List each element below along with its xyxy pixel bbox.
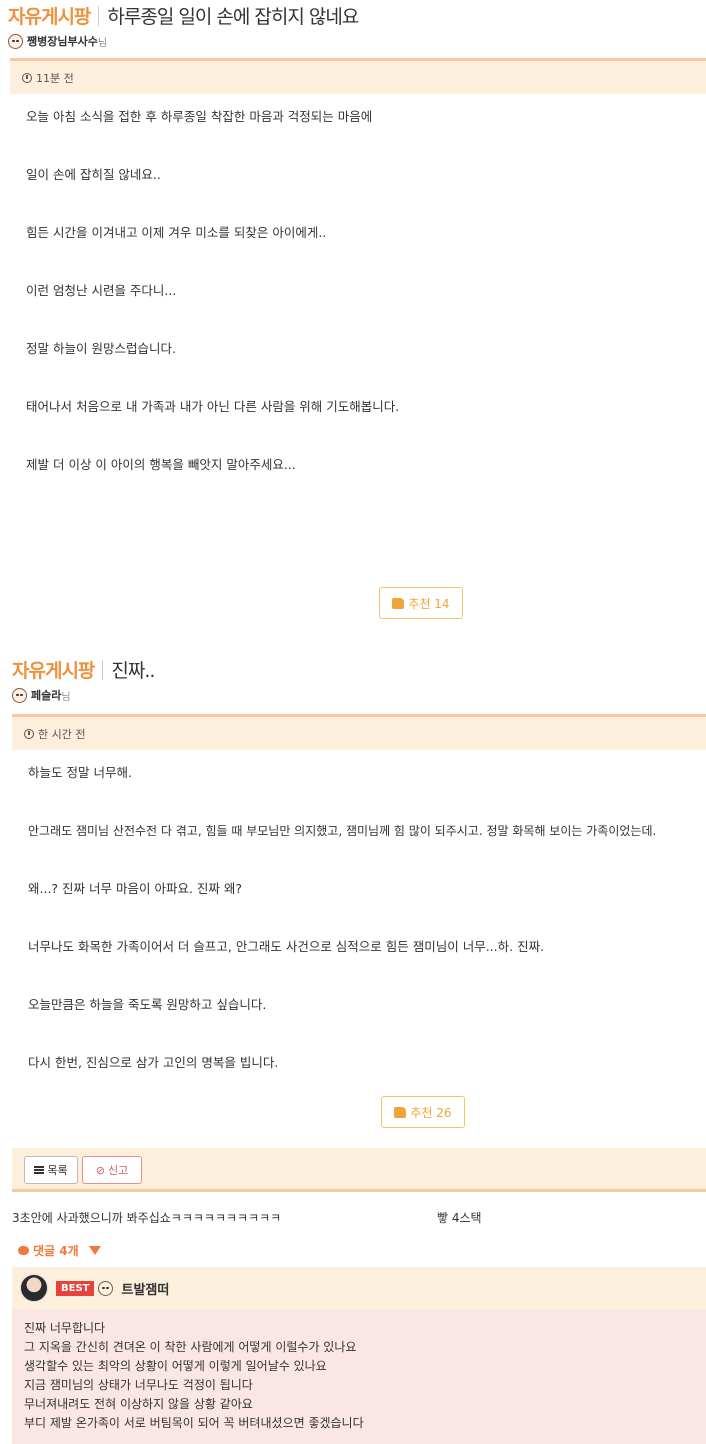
recommend-label: 추천 14 bbox=[408, 596, 450, 611]
post-time: 11분 전 bbox=[36, 71, 74, 85]
avatar[interactable] bbox=[20, 1274, 48, 1302]
list-icon bbox=[34, 1166, 45, 1174]
level-face-icon bbox=[8, 33, 23, 49]
post2-header: 자유게시팡 진짜.. 페슬라 님 bbox=[12, 656, 155, 703]
level-face-icon bbox=[98, 1280, 114, 1296]
comment-line: 그 지옥을 간신히 견뎌온 이 착한 사람에게 어떻게 이럴수가 있나요 bbox=[24, 1340, 357, 1354]
post-paragraph: 오늘만큼은 하늘을 죽도록 원망하고 싶습니다. bbox=[28, 997, 267, 1012]
post-paragraph: 왜...? 진짜 너무 마음이 아파요. 진짜 왜? bbox=[28, 881, 243, 896]
caret-down-icon bbox=[88, 1246, 101, 1255]
thumbs-up-icon bbox=[394, 1106, 407, 1118]
post1-box: 11분 전 오늘 아침 소식을 접한 후 하루종일 착잡한 마음과 걱정되는 마… bbox=[10, 58, 706, 636]
clock-icon bbox=[22, 72, 32, 83]
comment-preview-right: 빻 4스택 bbox=[437, 1211, 482, 1225]
report-bell-off-icon: ⊘ bbox=[95, 1163, 105, 1177]
recommend-label: 추천 26 bbox=[410, 1105, 452, 1120]
post-title: 하루종일 일이 손에 잡히지 않네요 bbox=[107, 6, 359, 28]
post-paragraph: 힘든 시간을 이겨내고 이제 겨우 미소를 되찾은 아이에게.. bbox=[26, 225, 327, 240]
list-button[interactable]: 목록 bbox=[24, 1156, 78, 1184]
recommend-button[interactable]: 추천 26 bbox=[381, 1096, 465, 1128]
best-comment-body: 진짜 너무합니다 그 지옥을 간신히 견뎌온 이 착한 사람에게 어떻게 이럴수… bbox=[12, 1309, 706, 1444]
post-paragraph: 안그래도 잼미님 산전수전 다 겪고, 힘들 때 부모님만 의지했고, 잼미님께… bbox=[28, 824, 657, 838]
post-timebar: 한 시간 전 bbox=[12, 714, 706, 750]
post-paragraph: 오늘 아침 소식을 접한 후 하루종일 착잡한 마음과 걱정되는 마음에 bbox=[26, 109, 373, 124]
post-paragraph: 정말 하늘이 원망스럽습니다. bbox=[26, 341, 176, 356]
comment-line: 무너져내려도 전혀 이상하지 않을 상황 같아요 bbox=[24, 1397, 253, 1411]
post-title: 진짜.. bbox=[111, 660, 155, 682]
post-time: 한 시간 전 bbox=[38, 727, 86, 741]
post-paragraph: 너무나도 화목한 가족이어서 더 슬프고, 안그래도 사건으로 심적으로 힘든 … bbox=[28, 939, 545, 954]
post-body: 오늘 아침 소식을 접한 후 하루종일 착잡한 마음과 걱정되는 마음에 일이 … bbox=[10, 94, 706, 474]
author-name[interactable]: 페슬라 bbox=[31, 687, 61, 703]
board-link[interactable]: 자유게시팡 bbox=[12, 660, 95, 682]
author-suffix: 님 bbox=[97, 37, 108, 49]
author-suffix: 님 bbox=[61, 691, 71, 703]
comment-line: 진짜 너무합니다 bbox=[24, 1321, 106, 1335]
thumbs-up-icon bbox=[392, 597, 405, 609]
comment-line: 생각할수 있는 최악의 상황이 어떻게 이렇게 일어날수 있나요 bbox=[24, 1359, 327, 1373]
clock-icon bbox=[24, 728, 34, 739]
board-link[interactable]: 자유게시팡 bbox=[8, 6, 91, 28]
post-paragraph: 이런 엄청난 시련을 주다니... bbox=[26, 283, 177, 298]
post2-box: 한 시간 전 하늘도 정말 너무해. 안그래도 잼미님 산전수전 다 겪고, 힘… bbox=[12, 714, 706, 1148]
level-face-icon bbox=[12, 687, 27, 703]
report-button[interactable]: ⊘ 신고 bbox=[82, 1156, 142, 1184]
post-paragraph: 하늘도 정말 너무해. bbox=[28, 765, 132, 780]
author-line: 페슬라 님 bbox=[12, 687, 154, 703]
author-line: 쨍병장님부사수 님 bbox=[8, 33, 358, 49]
recommend-button[interactable]: 추천 14 bbox=[379, 587, 463, 619]
best-comment-header: BEST 트발잼떠 bbox=[12, 1267, 706, 1309]
post-paragraph: 태어나서 처음으로 내 가족과 내가 아닌 다른 사람을 위해 기도해봅니다. bbox=[26, 399, 400, 414]
best-badge: BEST bbox=[56, 1280, 95, 1296]
post-timebar: 11분 전 bbox=[10, 58, 706, 94]
comment-count-toggle[interactable]: 댓글 4개 bbox=[18, 1242, 101, 1259]
post-body: 하늘도 정말 너무해. 안그래도 잼미님 산전수전 다 겪고, 힘들 때 부모님… bbox=[12, 750, 706, 1072]
post-paragraph: 일이 손에 잡히질 않네요.. bbox=[26, 167, 161, 182]
comment-author[interactable]: 트발잼떠 bbox=[121, 1279, 169, 1298]
speech-bubble-icon bbox=[18, 1246, 29, 1255]
post-paragraph: 다시 한번, 진심으로 삼가 고인의 명복을 빕니다. bbox=[28, 1055, 279, 1070]
post-action-bar: 목록 ⊘ 신고 bbox=[12, 1148, 706, 1192]
author-name[interactable]: 쨍병장님부사수 bbox=[27, 33, 98, 49]
comment-line: 지금 잼미님의 상태가 너무나도 걱정이 됩니다 bbox=[24, 1378, 253, 1392]
post-paragraph: 제발 더 이상 이 아이의 행복을 빼앗지 말아주세요... bbox=[26, 457, 296, 472]
title-divider bbox=[102, 660, 104, 680]
title-divider bbox=[98, 6, 100, 26]
report-label: 신고 bbox=[107, 1164, 129, 1177]
comment-preview-text[interactable]: 3초안에 사과했으니까 봐주십쇼ㅋㅋㅋㅋㅋㅋㅋㅋㅋㅋ bbox=[12, 1209, 281, 1226]
comment-count-label: 댓글 4개 bbox=[33, 1244, 79, 1258]
post1-header: 자유게시팡 하루종일 일이 손에 잡히지 않네요 쨍병장님부사수 님 bbox=[8, 2, 359, 49]
comment-line: 부디 제발 온가족이 서로 버팀목이 되어 꼭 버텨내셨으면 좋겠습니다 bbox=[24, 1416, 364, 1430]
list-label: 목록 bbox=[47, 1164, 68, 1177]
